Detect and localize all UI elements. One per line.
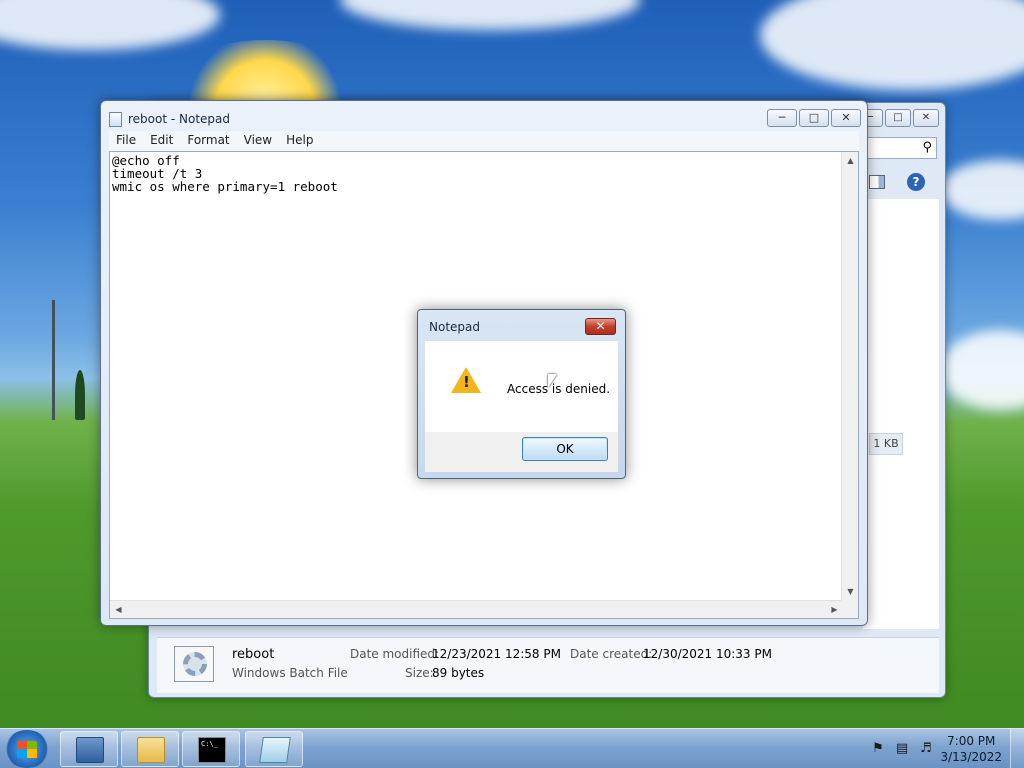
- size-label: Size:: [405, 666, 434, 680]
- taskbar-server-manager[interactable]: [60, 731, 118, 767]
- server-manager-icon: [76, 737, 104, 763]
- maximize-button[interactable]: □: [799, 109, 829, 127]
- date-created-value: 12/30/2021 10:33 PM: [643, 647, 772, 661]
- command-prompt-icon: C:\_: [198, 737, 226, 763]
- start-button[interactable]: [4, 730, 50, 768]
- menu-edit[interactable]: Edit: [143, 131, 180, 151]
- menu-view[interactable]: View: [237, 131, 279, 151]
- show-desktop-button[interactable]: [1010, 729, 1024, 768]
- cloud: [760, 0, 1024, 90]
- close-button[interactable]: ✕: [831, 109, 861, 127]
- clock[interactable]: 7:00 PM 3/13/2022: [940, 733, 1002, 765]
- volume-icon[interactable]: ♬: [918, 741, 934, 757]
- notepad-window-controls: ─ □ ✕: [767, 109, 861, 127]
- gear-icon: [183, 652, 207, 676]
- file-list[interactable]: [863, 199, 939, 629]
- explorer-window-controls: ─ □ ✕: [857, 109, 939, 127]
- windows-logo-icon: [17, 741, 37, 758]
- menu-format[interactable]: Format: [180, 131, 236, 151]
- vertical-scrollbar[interactable]: ▲ ▼: [841, 152, 858, 600]
- taskbar-command-prompt[interactable]: C:\_: [182, 731, 240, 767]
- cloud: [940, 160, 1024, 220]
- dialog-title: Notepad: [429, 320, 480, 334]
- dialog-footer: OK: [425, 432, 618, 472]
- maximize-button[interactable]: □: [885, 109, 911, 127]
- details-pane: reboot Windows Batch File Date modified:…: [157, 637, 939, 693]
- cloud: [340, 0, 640, 30]
- size-value: 89 bytes: [432, 666, 485, 680]
- date-modified-label: Date modified:: [350, 647, 440, 661]
- batch-file-icon: [174, 646, 214, 682]
- file-size-cell: 1 KB: [869, 433, 903, 455]
- date-created-label: Date created:: [570, 647, 653, 661]
- taskbar: C:\_ ⚑ ▤ ♬ 7:00 PM 3/13/2022: [0, 728, 1024, 768]
- ok-button[interactable]: OK: [522, 437, 608, 461]
- menu-file[interactable]: File: [109, 131, 143, 151]
- resize-grip[interactable]: [841, 600, 858, 618]
- details-file-type: Windows Batch File: [232, 666, 348, 680]
- date-modified-value: 12/23/2021 12:58 PM: [432, 647, 561, 661]
- explorer-toolbar: ?: [857, 169, 937, 195]
- dialog-close-button[interactable]: ✕: [585, 318, 616, 335]
- cloud: [0, 0, 220, 50]
- notepad-icon: [109, 111, 122, 127]
- notepad-title-bar[interactable]: reboot - Notepad: [109, 109, 230, 129]
- clock-date: 3/13/2022: [940, 750, 1002, 764]
- cloud: [940, 330, 1024, 410]
- system-tray: ⚑ ▤ ♬ 7:00 PM 3/13/2022: [864, 729, 1024, 768]
- help-icon[interactable]: ?: [907, 173, 925, 191]
- taskbar-file-explorer[interactable]: [121, 731, 179, 767]
- scroll-up-arrow-icon[interactable]: ▲: [842, 152, 859, 169]
- horizontal-scrollbar[interactable]: ◀ ▶: [110, 600, 843, 618]
- details-file-name: reboot: [232, 647, 275, 662]
- notepad-icon: [259, 737, 291, 763]
- tower: [52, 300, 55, 420]
- menu-bar: File Edit Format View Help: [109, 131, 859, 151]
- scroll-left-arrow-icon[interactable]: ◀: [110, 601, 127, 618]
- minimize-button[interactable]: ─: [767, 109, 797, 127]
- search-input[interactable]: ⚲: [857, 137, 937, 159]
- taskbar-notepad[interactable]: [245, 731, 303, 767]
- scroll-down-arrow-icon[interactable]: ▼: [842, 583, 859, 600]
- access-denied-dialog[interactable]: Notepad ✕ ! Access is denied. OK: [417, 309, 626, 479]
- close-button[interactable]: ✕: [913, 109, 939, 127]
- dialog-body: ! Access is denied.: [425, 341, 618, 432]
- notepad-title: reboot - Notepad: [128, 112, 231, 126]
- action-center-icon[interactable]: ⚑: [870, 741, 886, 757]
- dialog-message: Access is denied.: [507, 382, 611, 396]
- clock-time: 7:00 PM: [947, 734, 996, 748]
- warning-exclamation: !: [463, 373, 470, 391]
- editor-content[interactable]: @echo off timeout /t 3 wmic os where pri…: [112, 154, 338, 193]
- mouse-cursor-icon: [548, 374, 557, 388]
- network-icon[interactable]: ▤: [894, 741, 910, 757]
- tree: [75, 370, 85, 420]
- menu-help[interactable]: Help: [279, 131, 320, 151]
- search-icon[interactable]: ⚲: [922, 140, 932, 155]
- preview-pane-icon[interactable]: [869, 175, 885, 189]
- file-explorer-icon: [137, 737, 165, 763]
